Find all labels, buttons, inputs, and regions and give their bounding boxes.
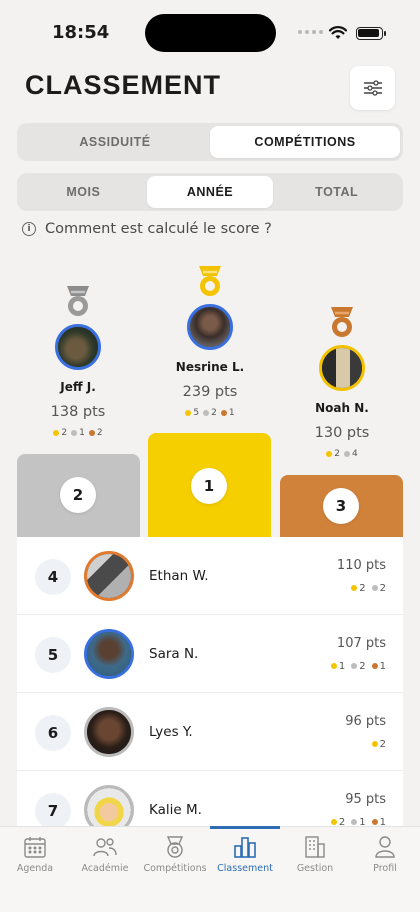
- list-points: 95 pts: [345, 792, 386, 807]
- bronze-medal-icon: [331, 307, 353, 337]
- podium-name: Noah N.: [315, 401, 369, 415]
- avatar: [319, 345, 365, 391]
- podium-third[interactable]: Noah N. 130 pts 2 4: [292, 305, 392, 459]
- medal-icon: [166, 836, 184, 858]
- tab-label: Compétitions: [143, 863, 207, 874]
- podium-points: 130 pts: [314, 425, 370, 441]
- category-segmented-control: ASSIDUITÉ COMPÉTITIONS: [17, 123, 403, 161]
- rank-badge: 2: [60, 477, 96, 513]
- medal-counts: 2 1 2: [53, 428, 103, 438]
- people-icon: [93, 838, 117, 857]
- podium-name: Jeff J.: [60, 380, 96, 394]
- tab-profil[interactable]: Profil: [350, 827, 420, 912]
- score-info-link[interactable]: i Comment est calculé le score ?: [22, 221, 272, 237]
- avatar: [84, 551, 134, 601]
- gold-medal-icon: [199, 266, 221, 296]
- medal-counts: 2: [371, 739, 386, 750]
- list-item[interactable]: 5 Sara N. 107 pts 1 2 1: [17, 615, 403, 693]
- list-name: Ethan W.: [149, 568, 209, 584]
- list-item[interactable]: 4 Ethan W. 110 pts 2 2: [17, 537, 403, 615]
- list-points: 107 pts: [336, 636, 386, 651]
- tab-label: Agenda: [16, 863, 54, 874]
- avatar: [84, 629, 134, 679]
- ranking-list: 4 Ethan W. 110 pts 2 2 5 Sara N. 107 pts…: [17, 537, 403, 849]
- podium-name: Nesrine L.: [175, 360, 245, 374]
- rank-badge: 3: [323, 488, 359, 524]
- list-name: Sara N.: [149, 646, 199, 662]
- avatar: [55, 324, 101, 370]
- podium-points: 239 pts: [182, 384, 238, 400]
- list-points: 110 pts: [336, 558, 386, 573]
- medal-counts: 2 2: [351, 583, 386, 594]
- tab-classement[interactable]: Classement: [210, 826, 280, 912]
- battery-icon: [356, 27, 386, 40]
- cellular-signal-icon: [298, 30, 323, 34]
- tab-assiduite[interactable]: ASSIDUITÉ: [20, 126, 210, 158]
- rank-number: 6: [35, 715, 71, 751]
- building-icon: [305, 836, 325, 858]
- medal-counts: 2 4: [326, 449, 358, 459]
- tab-competitions[interactable]: COMPÉTITIONS: [210, 126, 400, 158]
- silver-medal-icon: [67, 286, 89, 316]
- tab-agenda[interactable]: Agenda: [0, 827, 70, 912]
- bar-chart-icon: [234, 837, 256, 858]
- rank-number: 4: [35, 559, 71, 595]
- status-time: 18:54: [52, 22, 110, 43]
- list-points: 96 pts: [345, 714, 386, 729]
- rank-number: 7: [35, 793, 71, 829]
- list-item[interactable]: 6 Lyes Y. 96 pts 2: [17, 693, 403, 771]
- filter-button[interactable]: [350, 66, 395, 110]
- calendar-icon: [24, 837, 46, 858]
- period-segmented-control: MOIS ANNÉE TOTAL: [17, 173, 403, 211]
- list-name: Lyes Y.: [149, 724, 193, 740]
- tab-label: Gestion: [296, 863, 334, 874]
- tab-gestion[interactable]: Gestion: [280, 827, 350, 912]
- info-icon: i: [22, 222, 36, 236]
- tab-academie[interactable]: Académie: [70, 827, 140, 912]
- rank-number: 5: [35, 637, 71, 673]
- tab-competitions-nav[interactable]: Compétitions: [140, 827, 210, 912]
- medal-counts: 5 2 1: [185, 408, 235, 418]
- podium-first[interactable]: Nesrine L. 239 pts 5 2 1: [160, 264, 260, 418]
- person-icon: [375, 836, 395, 858]
- tab-label: Profil: [373, 863, 397, 874]
- tab-label: Classement: [217, 863, 273, 874]
- bottom-tab-bar: Agenda Académie Compétitions Classement …: [0, 826, 420, 912]
- tab-annee[interactable]: ANNÉE: [146, 176, 274, 208]
- status-bar: 18:54: [0, 0, 420, 62]
- avatar: [187, 304, 233, 350]
- score-info-text: Comment est calculé le score ?: [45, 221, 272, 237]
- avatar: [84, 707, 134, 757]
- medal-counts: 1 2 1: [330, 661, 386, 672]
- tab-label: Académie: [81, 863, 129, 874]
- podium-second[interactable]: Jeff J. 138 pts 2 1 2: [28, 284, 128, 438]
- rank-badge: 1: [191, 468, 227, 504]
- dynamic-island: [145, 14, 276, 52]
- page-title: CLASSEMENT: [25, 70, 222, 100]
- list-name: Kalie M.: [149, 802, 202, 818]
- sliders-icon: [363, 80, 382, 96]
- podium-points: 138 pts: [50, 404, 106, 420]
- tab-total[interactable]: TOTAL: [273, 176, 400, 208]
- tab-mois[interactable]: MOIS: [20, 176, 147, 208]
- wifi-icon: [329, 26, 347, 39]
